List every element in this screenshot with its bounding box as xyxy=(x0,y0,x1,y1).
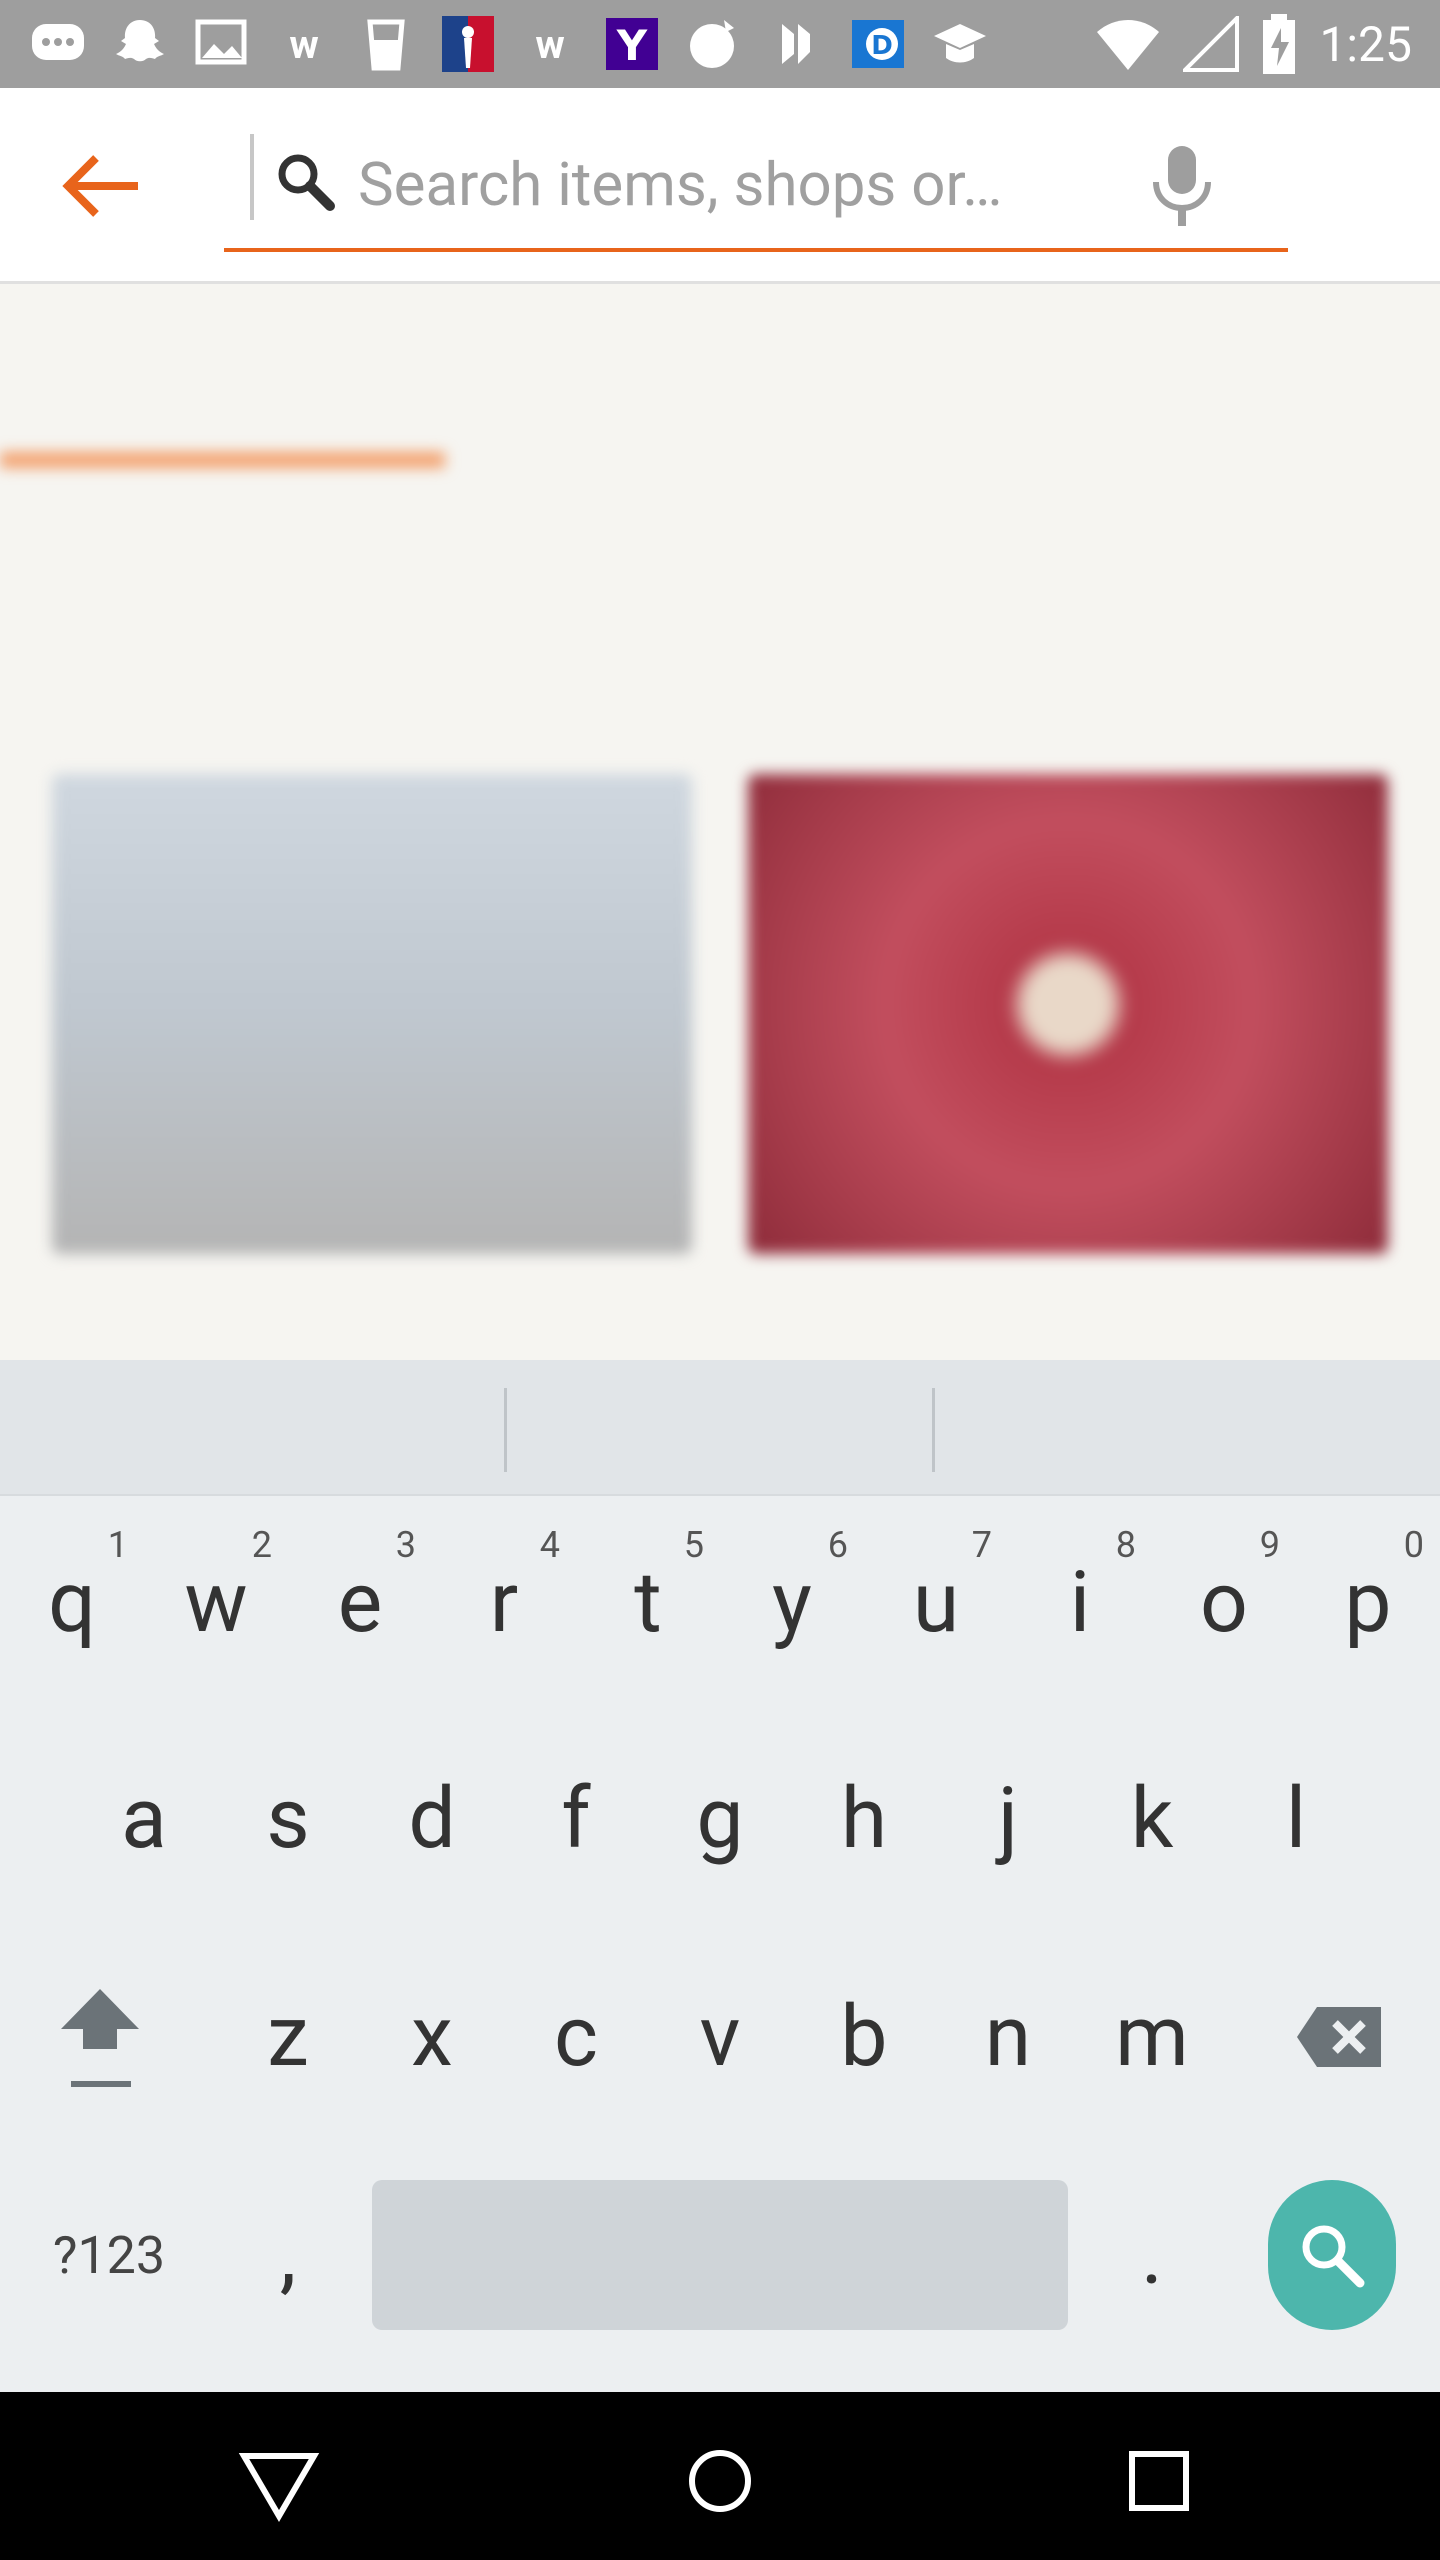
key-f[interactable]: f xyxy=(504,1744,648,1894)
app-icon xyxy=(766,14,826,74)
gallery-icon xyxy=(192,14,252,74)
chat-icon xyxy=(28,14,88,74)
key-o[interactable]: 9o xyxy=(1152,1524,1296,1678)
key-g[interactable]: g xyxy=(648,1744,792,1894)
suggestion-divider xyxy=(504,1388,507,1472)
key-r[interactable]: 4r xyxy=(432,1524,576,1678)
key-j[interactable]: j xyxy=(936,1744,1080,1894)
key-a[interactable]: a xyxy=(72,1744,216,1894)
comma-key[interactable]: , xyxy=(216,2180,360,2330)
notification-icons: w w Y D xyxy=(28,14,990,74)
key-l[interactable]: l xyxy=(1224,1744,1368,1894)
svg-text:D: D xyxy=(871,31,893,61)
cup-icon xyxy=(356,14,416,74)
wifi-icon xyxy=(1097,20,1160,70)
recents-icon[interactable] xyxy=(1114,2436,1204,2526)
back-arrow-icon[interactable] xyxy=(54,140,146,232)
search-input[interactable] xyxy=(358,144,1058,224)
search-icon xyxy=(278,154,335,211)
suggestion-divider xyxy=(932,1388,935,1472)
text-cursor xyxy=(250,134,254,220)
wish-icon: w xyxy=(289,20,319,68)
product-image xyxy=(748,774,1388,1254)
backspace-icon xyxy=(1297,2007,1381,2067)
search-icon xyxy=(1302,2225,1365,2288)
blurred-section-title xyxy=(0,604,1440,674)
yahoo-icon: Y xyxy=(602,14,662,74)
key-n[interactable]: n xyxy=(936,1962,1080,2112)
key-w[interactable]: 2w xyxy=(144,1524,288,1678)
key-y[interactable]: 6y xyxy=(720,1524,864,1678)
search-action-key[interactable] xyxy=(1268,2180,1396,2330)
navigation-bar xyxy=(0,2392,1440,2560)
key-t[interactable]: 5t xyxy=(576,1524,720,1678)
status-bar: w w Y D 1:25 xyxy=(0,0,1440,88)
symbols-key[interactable]: ?123 xyxy=(24,2180,194,2330)
key-h[interactable]: h xyxy=(792,1744,936,1894)
shift-key[interactable] xyxy=(28,1962,172,2112)
space-bar[interactable] xyxy=(372,2180,1068,2330)
clock: 1:25 xyxy=(1319,15,1412,73)
graduation-icon xyxy=(930,14,990,74)
key-v[interactable]: v xyxy=(648,1962,792,2112)
blurred-layer xyxy=(0,284,1440,1360)
key-k[interactable]: k xyxy=(1080,1744,1224,1894)
key-d[interactable]: d xyxy=(360,1744,504,1894)
wish-icon: w xyxy=(535,20,565,68)
key-x[interactable]: x xyxy=(360,1962,504,2112)
soft-keyboard: 1q 2w 3e 4r 5t 6y 7u 8i 9o 0p a s d f g … xyxy=(0,1360,1440,2392)
cell-signal-icon xyxy=(1183,16,1240,72)
search-app-bar xyxy=(0,88,1440,284)
app-icon xyxy=(684,14,744,74)
shift-icon xyxy=(61,1989,139,2087)
period-key[interactable]: . xyxy=(1080,2180,1224,2330)
blurred-content xyxy=(0,284,1440,1360)
key-m[interactable]: m xyxy=(1080,1962,1224,2112)
key-q[interactable]: 1q xyxy=(0,1524,144,1678)
microphone-icon[interactable] xyxy=(1146,142,1218,228)
home-icon[interactable] xyxy=(675,2436,765,2526)
svg-text:Y: Y xyxy=(616,21,648,70)
system-icons: 1:25 xyxy=(1095,14,1412,74)
snapchat-icon xyxy=(110,14,170,74)
key-z[interactable]: z xyxy=(216,1962,360,2112)
battery-charging-icon xyxy=(1263,14,1296,74)
back-icon[interactable] xyxy=(234,2436,324,2526)
backspace-key[interactable] xyxy=(1268,1962,1412,2112)
key-s[interactable]: s xyxy=(216,1744,360,1894)
nba-icon xyxy=(438,14,498,74)
search-box[interactable] xyxy=(224,134,1288,252)
suggestion-strip xyxy=(0,1360,1440,1496)
key-p[interactable]: 0p xyxy=(1296,1524,1440,1678)
dictionary-icon: D xyxy=(848,14,908,74)
key-e[interactable]: 3e xyxy=(288,1524,432,1678)
key-c[interactable]: c xyxy=(504,1962,648,2112)
key-u[interactable]: 7u xyxy=(864,1524,1008,1678)
product-image xyxy=(52,774,692,1254)
tab-indicator xyxy=(0,452,445,468)
key-i[interactable]: 8i xyxy=(1008,1524,1152,1678)
key-b[interactable]: b xyxy=(792,1962,936,2112)
